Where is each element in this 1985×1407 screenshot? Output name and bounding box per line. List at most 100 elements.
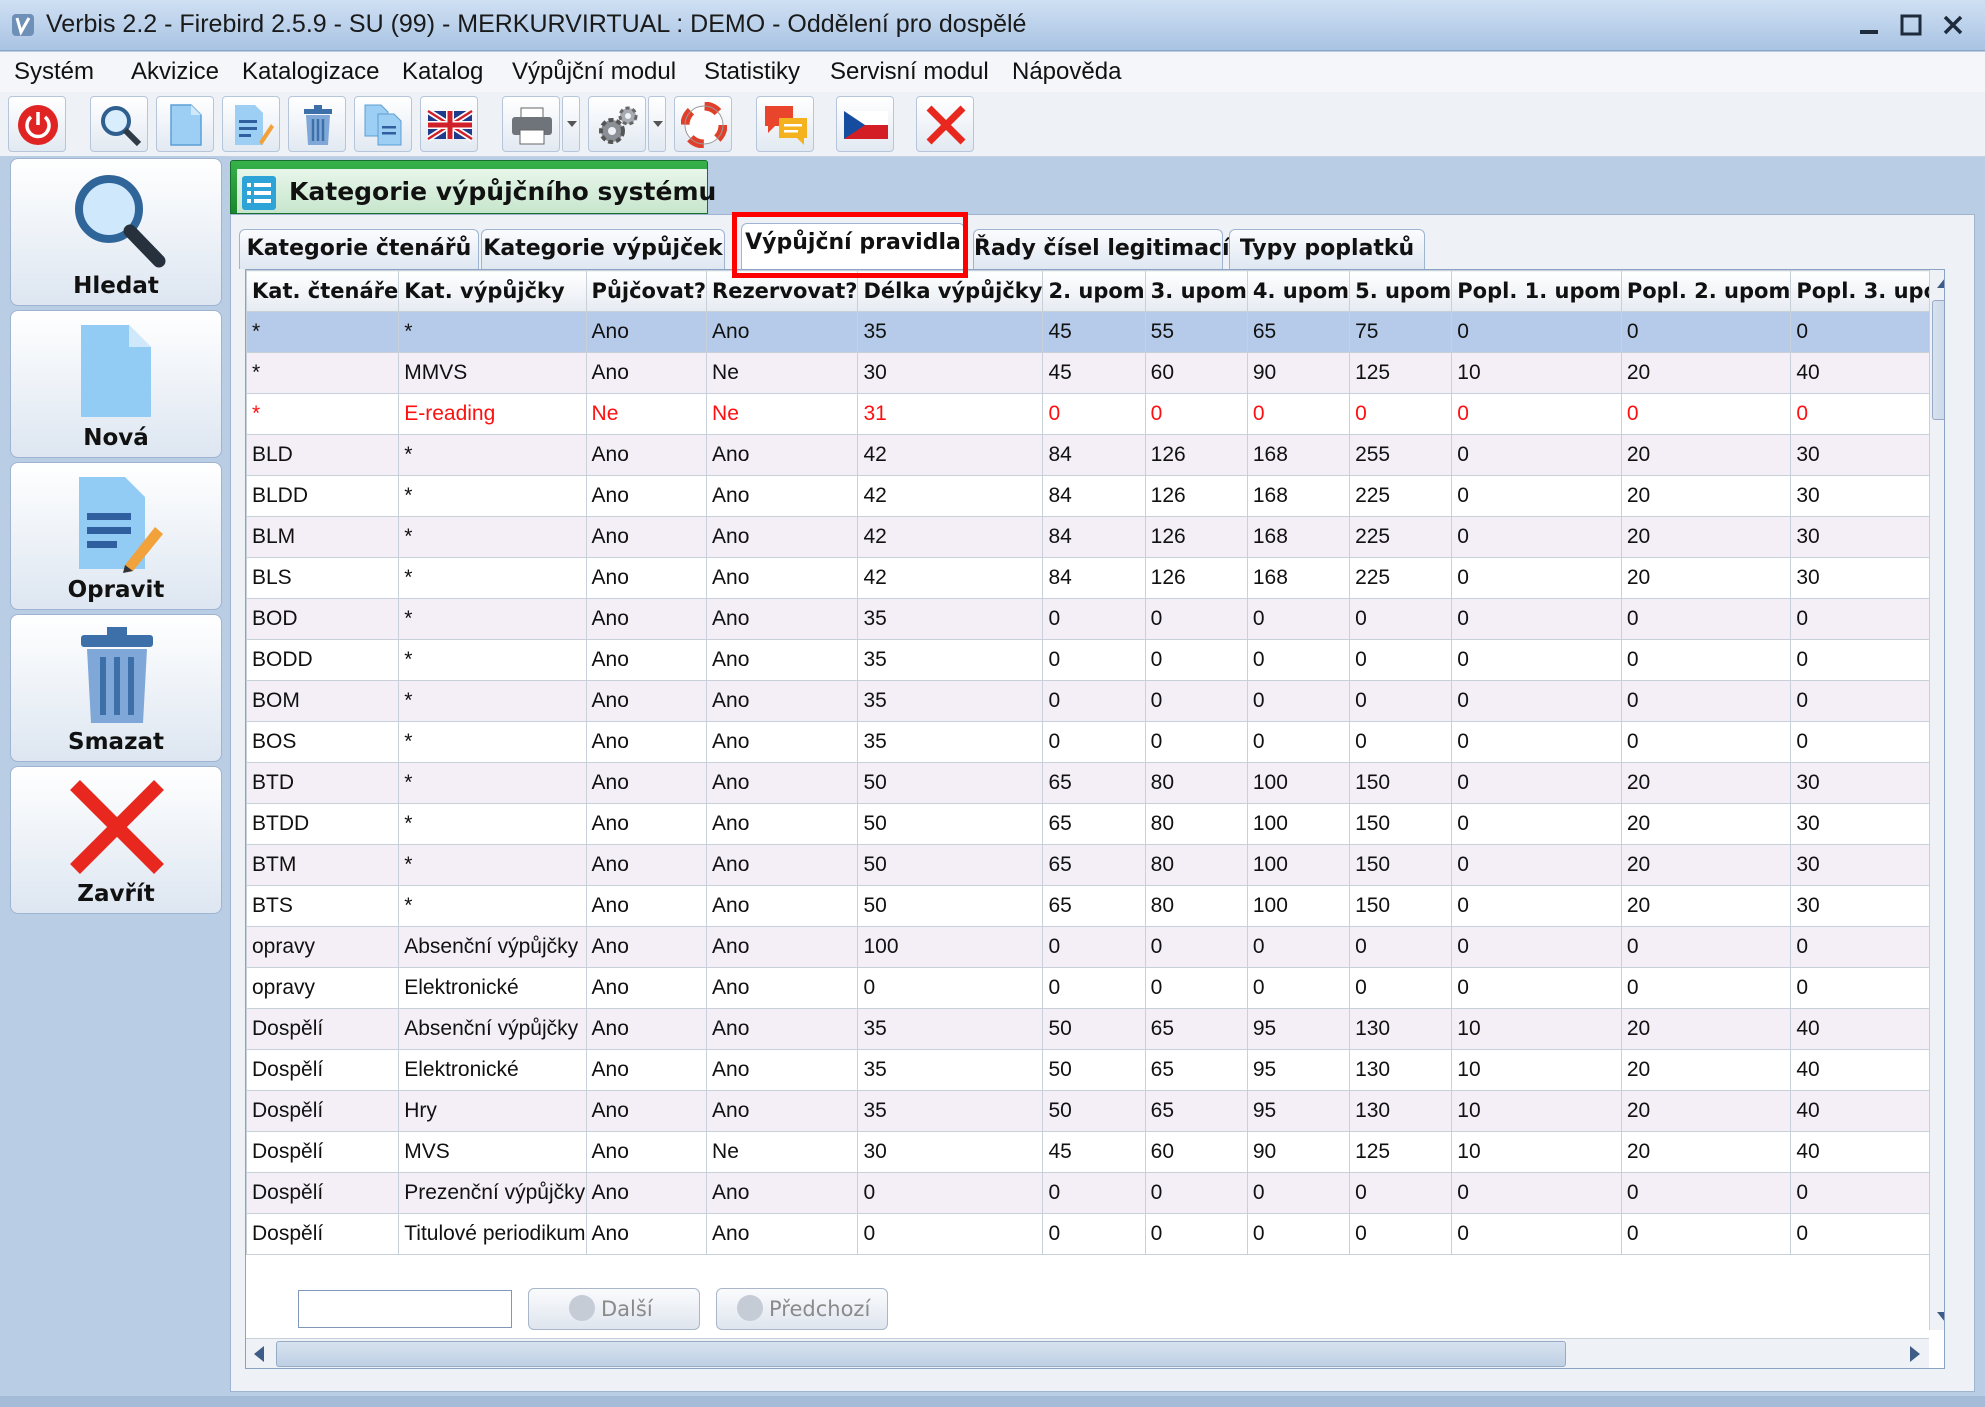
table-cell[interactable]: 10	[1451, 1008, 1622, 1050]
table-cell[interactable]: 20	[1620, 1090, 1792, 1132]
table-cell[interactable]: Ano	[706, 311, 859, 353]
table-row[interactable]: BTS*AnoAno5065801001500203040400	[246, 885, 1944, 927]
table-cell[interactable]: BOD	[246, 598, 400, 640]
table-cell[interactable]: 80	[1144, 844, 1248, 886]
table-cell[interactable]: 42	[857, 475, 1044, 517]
table-cell[interactable]: 0	[1246, 1213, 1351, 1255]
table-cell[interactable]: Ano	[585, 475, 708, 517]
table-cell[interactable]: Ne	[706, 352, 859, 394]
scroll-right-icon[interactable]	[1908, 1345, 1922, 1363]
table-cell[interactable]: 35	[857, 311, 1044, 353]
toolbar-new-button[interactable]	[156, 96, 214, 152]
table-row[interactable]: DospělíHryAnoAno35506595130102040608010	[246, 1090, 1944, 1132]
table-cell[interactable]: 125	[1349, 1131, 1453, 1173]
table-cell[interactable]: 0	[1349, 680, 1453, 722]
table-cell[interactable]: *	[398, 803, 587, 845]
table-cell[interactable]: BOM	[246, 680, 400, 722]
table-cell[interactable]: Ano	[706, 1172, 859, 1214]
table-row[interactable]: opravyElektronickéAnoAno00000000000	[246, 967, 1944, 1009]
table-cell[interactable]: 126	[1144, 516, 1248, 558]
table-cell[interactable]: 126	[1144, 557, 1248, 599]
table-cell[interactable]: 50	[857, 885, 1044, 927]
column-header[interactable]: 3. upom	[1144, 270, 1248, 312]
table-cell[interactable]: 45	[1042, 352, 1146, 394]
table-cell[interactable]: Elektronické	[398, 967, 587, 1009]
table-cell[interactable]: 0	[1246, 1172, 1351, 1214]
table-cell[interactable]: Ano	[585, 1131, 708, 1173]
table-cell[interactable]: 40	[1790, 1049, 1944, 1091]
table-cell[interactable]: 55	[1144, 311, 1248, 353]
tab-rady-cisel-legitimaci[interactable]: Řady čísel legitimací	[973, 229, 1230, 269]
next-button[interactable]: Další	[528, 1288, 700, 1330]
power-button[interactable]	[8, 96, 66, 152]
table-cell[interactable]: 0	[1451, 762, 1622, 804]
table-cell[interactable]: 0	[1042, 926, 1146, 968]
vertical-scroll-thumb[interactable]	[1932, 300, 1944, 420]
table-cell[interactable]: 0	[1451, 393, 1622, 435]
table-cell[interactable]: Ano	[585, 803, 708, 845]
table-cell[interactable]: 0	[1451, 311, 1622, 353]
table-cell[interactable]: 168	[1246, 516, 1351, 558]
grid-search-input[interactable]	[298, 1290, 512, 1328]
table-row[interactable]: BODD*AnoAno350000000000	[246, 639, 1944, 681]
table-row[interactable]: DospělíPrezenční výpůjčkyAnoAno000000000…	[246, 1172, 1944, 1214]
table-cell[interactable]: 84	[1042, 516, 1146, 558]
table-cell[interactable]: 10	[1451, 1049, 1622, 1091]
table-row[interactable]: BLDD*AnoAno42841261682250203040500	[246, 475, 1944, 517]
table-cell[interactable]: Ne	[706, 393, 859, 435]
table-cell[interactable]: Ano	[706, 967, 859, 1009]
table-cell[interactable]: 0	[1620, 926, 1792, 968]
table-cell[interactable]: 0	[1790, 598, 1944, 640]
table-cell[interactable]: 150	[1349, 885, 1453, 927]
table-cell[interactable]: Ano	[585, 967, 708, 1009]
table-cell[interactable]: 50	[1042, 1008, 1146, 1050]
tab-typy-poplatku[interactable]: Typy poplatků	[1229, 229, 1425, 269]
table-cell[interactable]: 0	[1144, 926, 1248, 968]
language-english-button[interactable]	[420, 96, 478, 152]
table-cell[interactable]: Ano	[706, 1213, 859, 1255]
table-row[interactable]: *MMVSAnoNe3045609012510204060800	[246, 352, 1944, 394]
table-cell[interactable]: 0	[1620, 598, 1792, 640]
table-cell[interactable]: 42	[857, 516, 1044, 558]
table-cell[interactable]: 0	[1790, 967, 1944, 1009]
table-cell[interactable]: 225	[1349, 557, 1453, 599]
previous-button[interactable]: Předchozí	[716, 1288, 888, 1330]
table-cell[interactable]: 0	[1790, 1172, 1944, 1214]
sidebar-edit-button[interactable]: Opravit	[10, 462, 222, 610]
table-cell[interactable]: 0	[1620, 1213, 1792, 1255]
vertical-scrollbar[interactable]	[1929, 270, 1945, 1330]
table-row[interactable]: Dospělí Titulové periodikum Ano Ano 0 0 0 0 0 0 0 0…	[246, 1213, 1944, 1255]
table-cell[interactable]: 0	[1144, 639, 1248, 681]
table-cell[interactable]: 20	[1620, 1131, 1792, 1173]
table-cell[interactable]: 0	[857, 1213, 1044, 1255]
table-cell[interactable]: 0	[1790, 639, 1944, 681]
table-cell[interactable]: 30	[1790, 803, 1944, 845]
table-cell[interactable]: *	[398, 598, 587, 640]
table-row[interactable]: opravyAbsenční výpůjčkyAnoAno10000000000…	[246, 926, 1944, 968]
table-cell[interactable]: Ano	[706, 803, 859, 845]
table-cell[interactable]: Ano	[585, 1008, 708, 1050]
table-cell[interactable]: 0	[1451, 926, 1622, 968]
table-cell[interactable]: 0	[1246, 598, 1351, 640]
table-cell[interactable]: Ne	[585, 393, 708, 435]
scroll-up-icon[interactable]	[1936, 276, 1945, 290]
table-cell[interactable]: E-reading	[398, 393, 587, 435]
table-cell[interactable]: 100	[857, 926, 1044, 968]
toolbar-close-button[interactable]	[916, 96, 974, 152]
table-cell[interactable]: 0	[1042, 967, 1146, 1009]
table-cell[interactable]: 35	[857, 1090, 1044, 1132]
table-cell[interactable]: 130	[1349, 1008, 1453, 1050]
table-cell[interactable]: 168	[1246, 434, 1351, 476]
table-cell[interactable]: 0	[857, 1172, 1044, 1214]
tab-kategorie-vypujcek[interactable]: Kategorie výpůjček	[481, 229, 725, 269]
table-row[interactable]: BOS*AnoAno350000000000	[246, 721, 1944, 763]
table-cell[interactable]: BTD	[246, 762, 400, 804]
table-cell[interactable]: 0	[1042, 680, 1146, 722]
table-cell[interactable]: 60	[1144, 352, 1248, 394]
table-cell[interactable]: 0	[1620, 311, 1792, 353]
table-cell[interactable]: 0	[1620, 680, 1792, 722]
menu-katalogizace[interactable]: Katalogizace	[242, 58, 379, 86]
table-cell[interactable]: *	[398, 557, 587, 599]
window-close-icon[interactable]	[1936, 8, 1970, 42]
table-cell[interactable]: 0	[1620, 1172, 1792, 1214]
